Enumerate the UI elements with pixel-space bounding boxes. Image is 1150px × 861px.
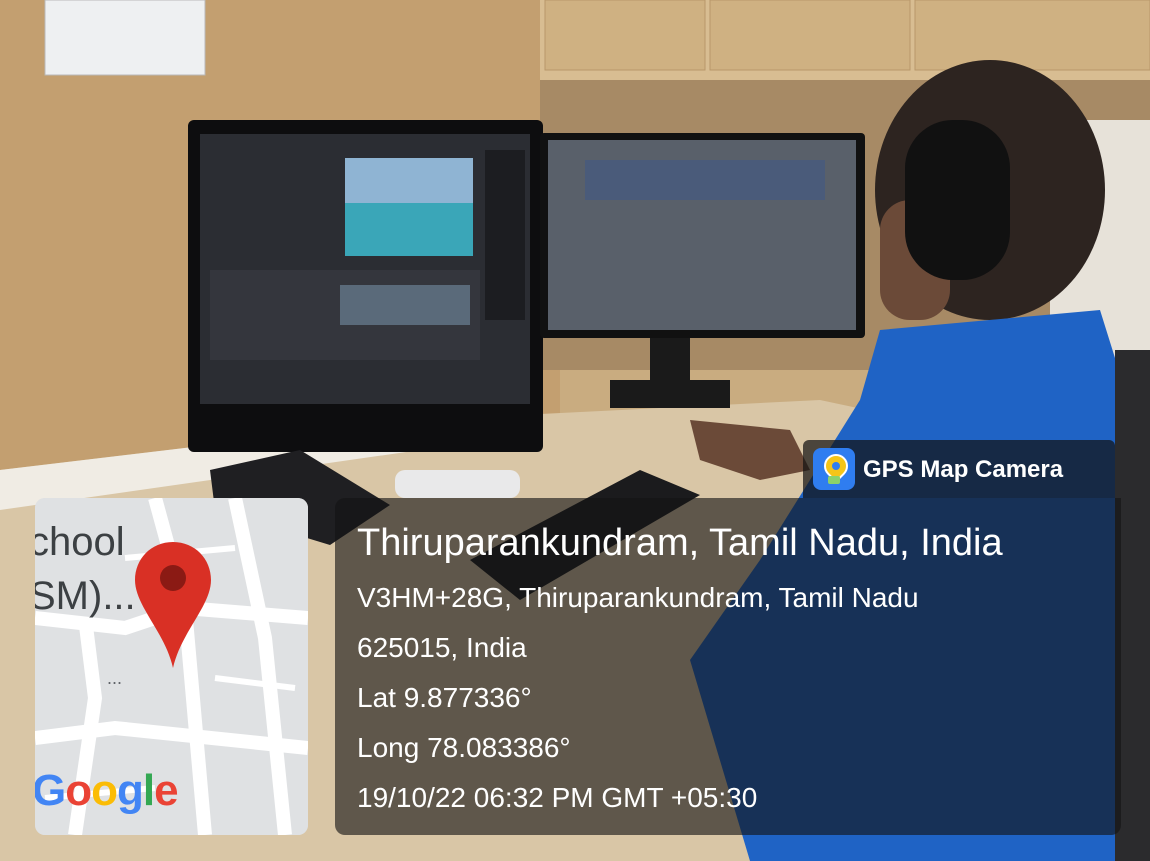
location-title: Thiruparankundram, Tamil Nadu, India [357,522,1003,564]
badge-label: GPS Map Camera [863,456,1064,483]
gps-map-camera-icon [813,448,855,490]
location-info-panel: Thiruparankundram, Tamil Nadu, India V3H… [335,498,1121,835]
datetime: 19/10/22 06:32 PM GMT +05:30 [357,782,758,813]
google-logo: Google [35,766,179,815]
address-line-2: 625015, India [357,632,527,663]
map-thumbnail: chool SM)... ... Google [35,498,308,835]
latitude: Lat 9.877336° [357,682,532,713]
map-pin-icon [135,542,211,668]
map-dots: ... [107,668,123,688]
map-label-fragment: chool [35,520,125,564]
map-label-fragment: SM)... [35,574,136,618]
gps-map-camera-badge: GPS Map Camera [803,440,1115,498]
longitude: Long 78.083386° [357,732,571,763]
address-line-1: V3HM+28G, Thiruparankundram, Tamil Nadu [357,582,919,613]
